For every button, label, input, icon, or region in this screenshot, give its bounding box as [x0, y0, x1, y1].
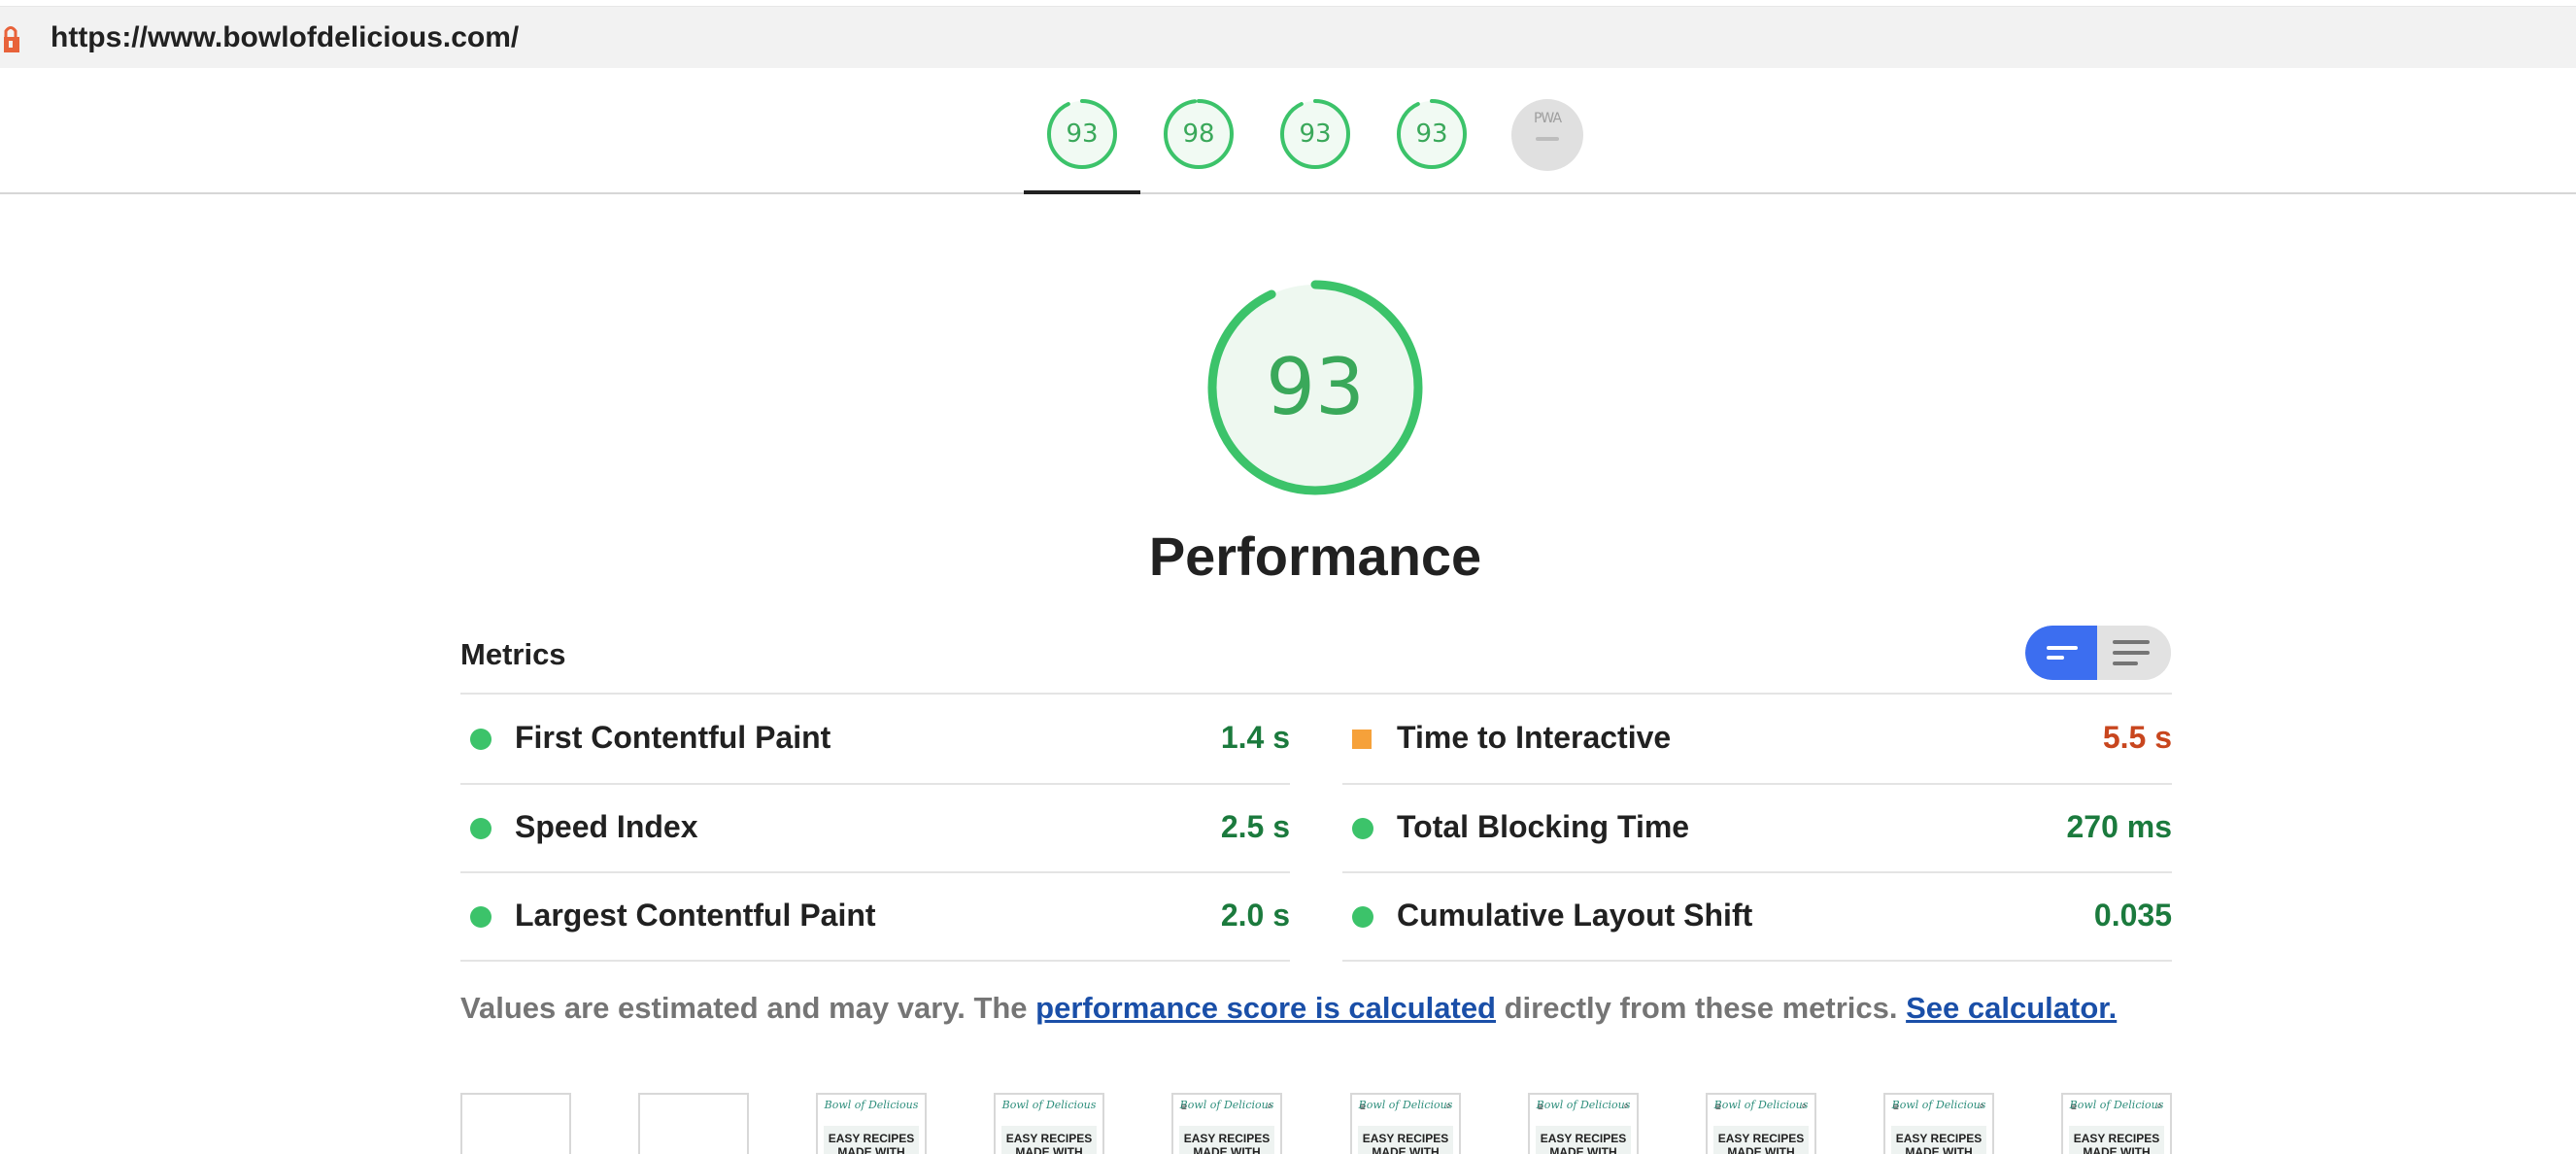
metric-speed-index: Speed Index 2.5 s: [460, 784, 1290, 871]
hero-headline: EASY RECIPES MADE WITH: [1005, 1132, 1093, 1154]
hero-headline: EASY RECIPES MADE WITH: [1362, 1132, 1449, 1154]
menu-icon: ≡: [2071, 1103, 2077, 1113]
divider: [1342, 960, 2172, 962]
menu-icon: ≡: [1715, 1103, 1721, 1113]
filmstrip-frame: [460, 1093, 571, 1154]
metric-name: Time to Interactive: [1397, 720, 1672, 755]
metrics-heading: Metrics: [460, 637, 566, 671]
search-icon: ⌕: [1979, 1101, 1984, 1111]
hero-headline: EASY RECIPES MADE WITH: [828, 1132, 915, 1154]
site-logo: Bowl of Delicious: [2069, 1099, 2164, 1111]
pass-indicator-icon: [470, 818, 491, 839]
performance-score: 93: [1266, 342, 1365, 432]
pass-indicator-icon: [470, 906, 491, 928]
metric-value: 5.5 s: [2102, 720, 2172, 755]
list-view-icon[interactable]: [2097, 626, 2171, 680]
site-logo: Bowl of Delicious: [1536, 1099, 1631, 1111]
tab-performance-score[interactable]: 93: [1045, 97, 1119, 171]
tab-accessibility-score[interactable]: 98: [1162, 97, 1236, 171]
bar-view-icon[interactable]: [2025, 626, 2097, 680]
tab-score: 93: [1299, 119, 1332, 149]
search-icon: ⌕: [1445, 1101, 1451, 1111]
metric-value: 270 ms: [2066, 809, 2172, 844]
metrics-note: Values are estimated and may vary. The p…: [460, 991, 2117, 1026]
site-logo: Bowl of Delicious: [1179, 1099, 1274, 1111]
lighthouse-icon: [4, 26, 19, 52]
metric-total-blocking-time: Total Blocking Time 270 ms: [1342, 784, 2172, 871]
hero-headline: EASY RECIPES MADE WITH: [1540, 1132, 1627, 1154]
category-tabs: 93 98 93 93 PWA: [0, 68, 2576, 194]
metric-value: 2.5 s: [1220, 809, 1290, 844]
filmstrip: Bowl of Delicious EASY RECIPES MADE WITH B…: [460, 1093, 2172, 1154]
search-icon: ⌕: [2156, 1101, 2162, 1111]
search-icon: ⌕: [1267, 1101, 1272, 1111]
filmstrip-frame: Bowl of Delicious EASY RECIPES MADE WITH ≡…: [2061, 1093, 2172, 1154]
metric-time-to-interactive: Time to Interactive 5.5 s: [1342, 695, 2172, 782]
tab-score: 93: [1066, 119, 1099, 149]
metric-value: 2.0 s: [1220, 898, 1290, 933]
menu-icon: ≡: [1181, 1103, 1187, 1113]
hero-headline: EASY RECIPES MADE WITH: [1717, 1132, 1805, 1154]
tab-seo-score[interactable]: 93: [1395, 97, 1469, 171]
pass-indicator-icon: [470, 729, 491, 750]
filmstrip-frame: Bowl of Delicious EASY RECIPES MADE WITH ≡…: [1350, 1093, 1461, 1154]
site-logo: Bowl of Delicious: [824, 1099, 919, 1111]
metric-name: Total Blocking Time: [1397, 809, 1690, 844]
site-logo: Bowl of Delicious: [1358, 1099, 1453, 1111]
site-logo: Bowl of Delicious: [1001, 1099, 1097, 1111]
search-icon: ⌕: [1623, 1101, 1629, 1111]
active-tab-indicator: [1024, 190, 1140, 194]
site-logo: Bowl of Delicious: [1713, 1099, 1809, 1111]
filmstrip-frame: Bowl of Delicious EASY RECIPES MADE WITH ≡…: [1171, 1093, 1282, 1154]
metric-name: Speed Index: [515, 809, 698, 844]
metric-name: First Contentful Paint: [515, 720, 831, 755]
tab-score: 98: [1182, 119, 1215, 149]
metric-value: 0.035: [2093, 898, 2172, 933]
pwa-label: PWA: [1533, 111, 1562, 126]
filmstrip-frame: [638, 1093, 749, 1154]
menu-icon: ≡: [1360, 1103, 1366, 1113]
see-calculator-link[interactable]: See calculator.: [1906, 991, 2117, 1025]
divider: [460, 960, 1290, 962]
note-middle: directly from these metrics.: [1496, 991, 1907, 1025]
metric-cumulative-layout-shift: Cumulative Layout Shift 0.035: [1342, 872, 2172, 960]
hero-headline: EASY RECIPES MADE WITH: [1895, 1132, 1983, 1154]
score-calculated-link[interactable]: performance score is calculated: [1035, 991, 1496, 1025]
filmstrip-frame: Bowl of Delicious EASY RECIPES MADE WITH ≡…: [1528, 1093, 1639, 1154]
menu-icon: ≡: [1893, 1103, 1899, 1113]
performance-title: Performance: [1148, 526, 1482, 587]
filmstrip-frame: Bowl of Delicious EASY RECIPES MADE WITH ≡…: [1883, 1093, 1994, 1154]
filmstrip-frame: Bowl of Delicious EASY RECIPES MADE WITH: [994, 1093, 1104, 1154]
metric-name: Largest Contentful Paint: [515, 898, 876, 933]
filmstrip-frame: Bowl of Delicious EASY RECIPES MADE WITH: [816, 1093, 927, 1154]
average-indicator-icon: [1352, 730, 1372, 749]
pass-indicator-icon: [1352, 818, 1373, 839]
tab-score: 93: [1415, 119, 1448, 149]
site-logo: Bowl of Delicious: [1891, 1099, 1986, 1111]
metrics-view-toggle[interactable]: [2025, 626, 2171, 680]
metric-name: Cumulative Layout Shift: [1397, 898, 1753, 933]
menu-icon: ≡: [1538, 1103, 1543, 1113]
page-url[interactable]: https://www.bowlofdelicious.com/: [51, 20, 519, 55]
pass-indicator-icon: [1352, 906, 1373, 928]
tab-pwa-badge[interactable]: PWA: [1511, 99, 1583, 171]
hero-headline: EASY RECIPES MADE WITH: [1183, 1132, 1271, 1154]
note-prefix: Values are estimated and may vary. The: [460, 991, 1036, 1025]
hero-headline: EASY RECIPES MADE WITH: [2073, 1132, 2160, 1154]
tab-best-practices-score[interactable]: 93: [1278, 97, 1352, 171]
metric-value: 1.4 s: [1220, 720, 1290, 755]
search-icon: ⌕: [1801, 1101, 1807, 1111]
filmstrip-frame: Bowl of Delicious EASY RECIPES MADE WITH ≡…: [1706, 1093, 1816, 1154]
metric-first-contentful-paint: First Contentful Paint 1.4 s: [460, 695, 1290, 782]
pwa-dash-icon: [1536, 137, 1559, 141]
metric-largest-contentful-paint: Largest Contentful Paint 2.0 s: [460, 872, 1290, 960]
url-bar: https://www.bowlofdelicious.com/: [0, 6, 2576, 68]
